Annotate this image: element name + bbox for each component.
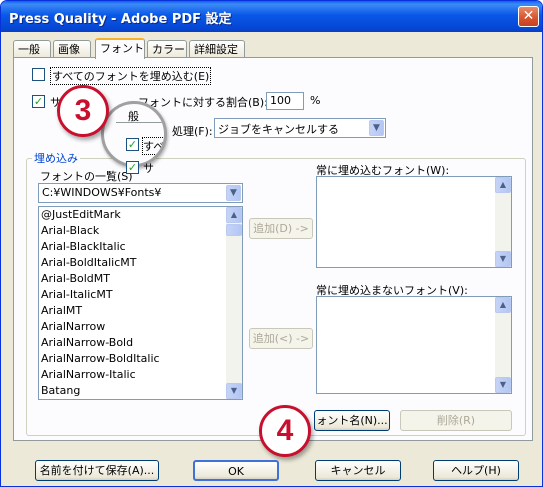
tab-images[interactable]: 画像 <box>53 40 91 58</box>
magnified-checkbox: ✓ <box>126 138 139 151</box>
chevron-down-icon[interactable]: ▼ <box>369 120 384 136</box>
font-listbox[interactable]: @JustEditMark Arial-Black Arial-BlackIta… <box>38 206 243 400</box>
font-list-label: フォントの一覧(S) <box>40 170 133 183</box>
add-always-button[interactable]: 追加(D) -> <box>249 218 313 239</box>
font-list-scrollbar[interactable]: ▲ ▼ <box>226 207 242 399</box>
magnified-divider <box>116 122 164 123</box>
embed-group-title: 埋め込み <box>32 150 80 166</box>
always-embed-listbox[interactable]: ▲ ▼ <box>316 176 512 268</box>
tab-advanced[interactable]: 詳細設定 <box>189 40 245 58</box>
list-item[interactable]: ArialNarrow-Bold <box>39 335 242 351</box>
save-as-button[interactable]: 名前を付けて保存(A)... <box>35 460 159 481</box>
fail-action-value: ジョブをキャンセルする <box>218 123 339 136</box>
always-list-scrollbar[interactable]: ▲ ▼ <box>495 177 511 267</box>
magnifier-overlay: 般 ✓ すべ <box>101 101 167 167</box>
add-never-button[interactable]: 追加(<) -> <box>249 328 313 349</box>
font-name-button[interactable]: ォント名(N)... <box>314 410 390 431</box>
tab-fonts[interactable]: フォント <box>95 38 145 59</box>
font-path-value: C:¥WINDOWS¥Fonts¥ <box>42 186 162 199</box>
callout-step-3: 3 <box>57 85 109 137</box>
font-path-select[interactable]: C:¥WINDOWS¥Fonts¥ ▼ <box>38 183 243 203</box>
remove-button[interactable]: 削除(R) <box>400 410 512 431</box>
list-item[interactable]: ArialNarrow-BoldItalic <box>39 351 242 367</box>
list-item[interactable]: ArialMT <box>39 303 242 319</box>
ok-button[interactable]: OK <box>193 460 279 481</box>
list-item[interactable]: ArialNarrow-Italic <box>39 367 242 383</box>
scroll-down-icon[interactable]: ▼ <box>495 377 511 393</box>
window-title: Press Quality - Adobe PDF 設定 <box>9 12 232 27</box>
list-item[interactable]: Arial-BlackItalic <box>39 239 242 255</box>
embed-all-label: すべてのフォントを埋め込む(E) <box>50 67 212 85</box>
dialog-window: Press Quality - Adobe PDF 設定 ✕ 一般 画像 フォン… <box>0 0 543 487</box>
callout-step-4: 4 <box>259 405 311 457</box>
list-item[interactable]: ArialNarrow <box>39 319 242 335</box>
scroll-down-icon[interactable]: ▼ <box>495 251 511 267</box>
never-embed-listbox[interactable]: ▲ ▼ <box>316 296 512 394</box>
magnified-checkbox-label: すべ <box>142 137 164 155</box>
never-list-scrollbar[interactable]: ▲ ▼ <box>495 297 511 393</box>
list-item[interactable]: Batang <box>39 383 242 399</box>
fail-action-label: 処理(F): <box>172 125 213 138</box>
list-item[interactable]: Arial-BoldItalicMT <box>39 255 242 271</box>
scroll-up-icon[interactable]: ▲ <box>226 207 242 223</box>
list-item[interactable]: Arial-ItalicMT <box>39 287 242 303</box>
close-icon[interactable]: ✕ <box>518 6 539 27</box>
embed-all-checkbox[interactable] <box>32 68 45 81</box>
scroll-thumb[interactable] <box>226 224 242 236</box>
scroll-down-icon[interactable]: ▼ <box>226 383 242 399</box>
subset-label: フォントに対する割合(B): <box>138 96 268 109</box>
subset-checkbox[interactable]: ✓ <box>32 95 45 108</box>
partial-checkbox[interactable]: ✓ <box>126 161 139 174</box>
tab-color[interactable]: カラー <box>147 40 187 58</box>
tab-general[interactable]: 一般 <box>13 40 51 58</box>
scroll-up-icon[interactable]: ▲ <box>495 297 511 313</box>
subset-percent-input[interactable]: 100 <box>266 92 304 110</box>
help-button[interactable]: ヘルプ(H) <box>433 460 519 481</box>
title-bar[interactable]: Press Quality - Adobe PDF 設定 ✕ <box>1 1 542 32</box>
list-item[interactable]: Arial-BoldMT <box>39 271 242 287</box>
list-item[interactable]: @JustEditMark <box>39 207 242 223</box>
fail-action-select[interactable]: ジョブをキャンセルする ▼ <box>214 118 386 138</box>
partial-checkbox-label: サ <box>143 162 154 175</box>
chevron-down-icon[interactable]: ▼ <box>226 185 241 201</box>
scroll-up-icon[interactable]: ▲ <box>495 177 511 193</box>
list-item[interactable]: Arial-Black <box>39 223 242 239</box>
cancel-button[interactable]: キャンセル <box>315 460 401 481</box>
percent-unit: % <box>310 94 321 107</box>
